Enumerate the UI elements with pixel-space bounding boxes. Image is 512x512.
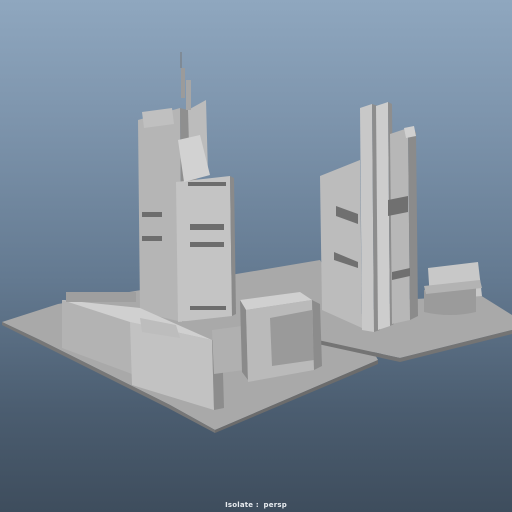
hud-isolate-label: Isolate [225,501,254,509]
cube-building-left [240,292,322,382]
hud-camera-name: persp [263,501,287,509]
maya-viewport[interactable]: Isolate : persp [0,0,512,512]
tower-left-main [138,52,236,322]
tower-right [320,102,418,332]
scene-3d-view[interactable] [0,0,512,512]
viewport-hud: Isolate : persp [0,501,512,509]
small-building-right [424,262,482,315]
hud-separator: : [253,501,262,509]
